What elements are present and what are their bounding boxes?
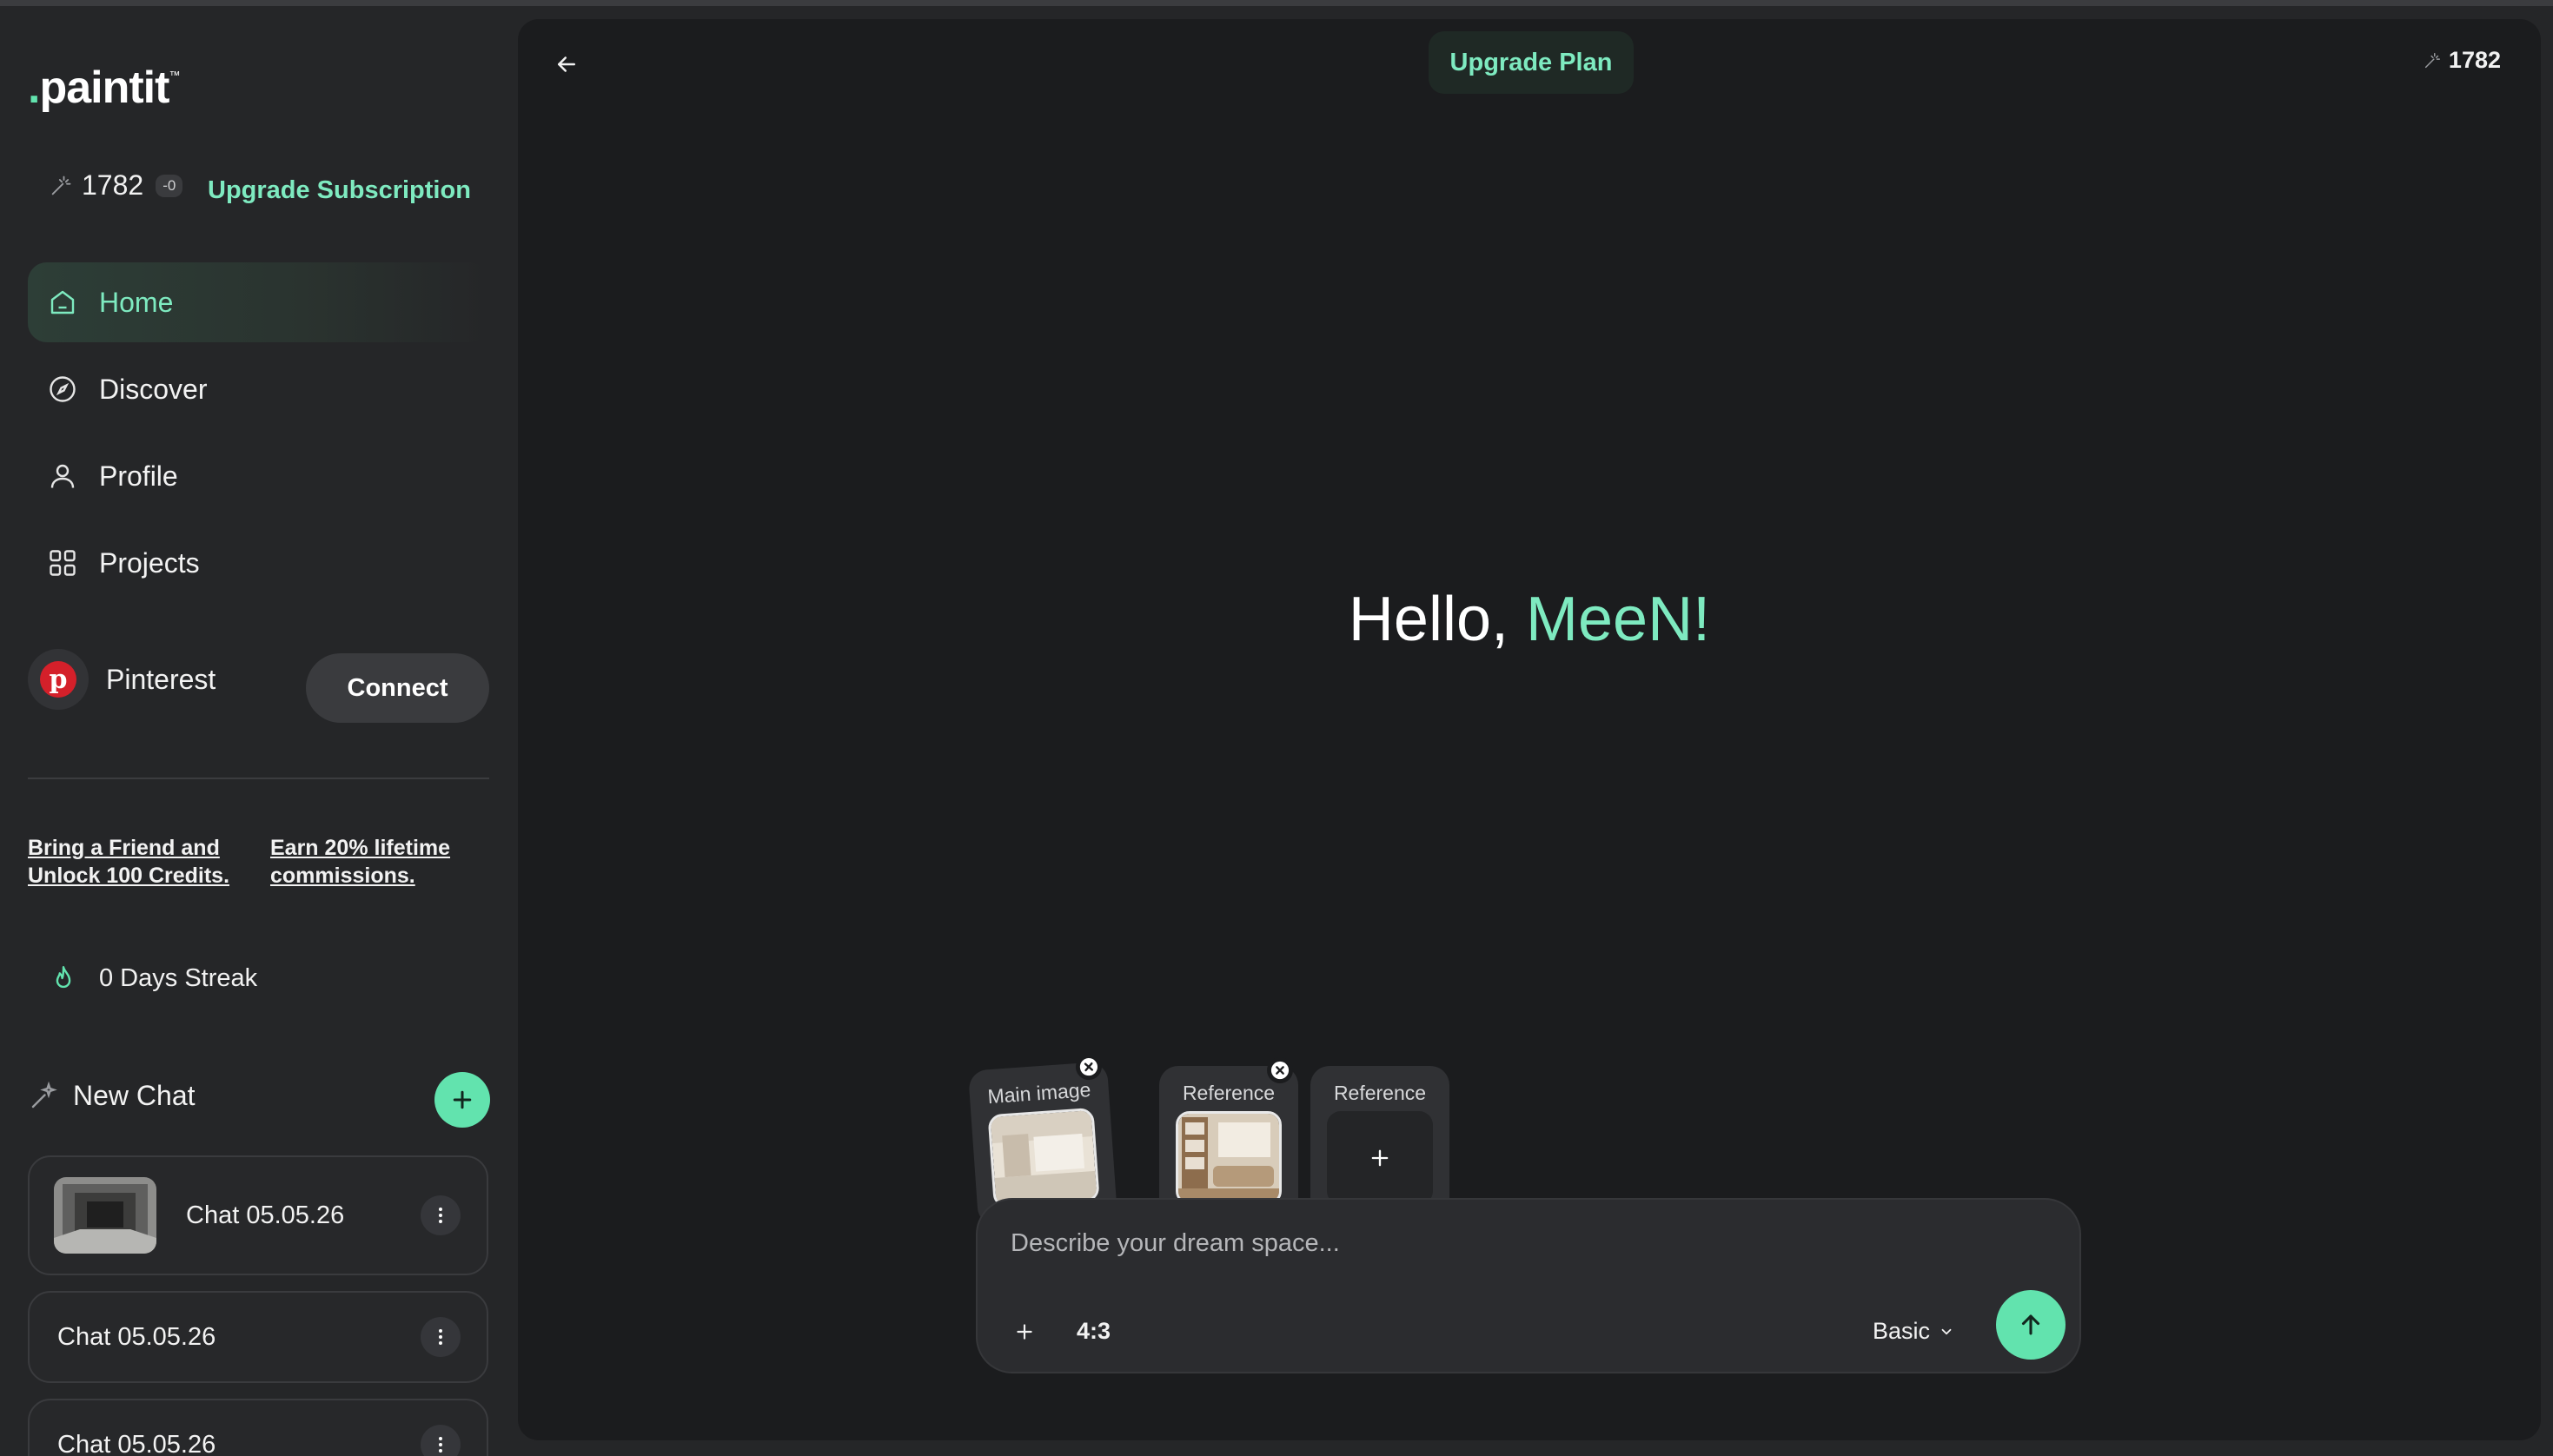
prompt-composer: 4:3 Basic (976, 1198, 2081, 1373)
prompt-input[interactable] (1011, 1224, 1966, 1262)
new-chat-header: New Chat (28, 1080, 196, 1112)
sidebar-item-discover[interactable]: Discover (28, 349, 488, 429)
plus-icon (1017, 1324, 1032, 1340)
remove-attachment-button[interactable] (1267, 1057, 1293, 1083)
attachment-caption: Reference (1182, 1082, 1276, 1104)
chat-title: Chat 05.05.26 (57, 1322, 216, 1351)
sidebar-item-label: Projects (99, 546, 200, 579)
close-icon (1270, 1061, 1290, 1080)
arrow-left-icon (558, 56, 575, 72)
sidebar-item-profile[interactable]: Profile (28, 436, 488, 516)
upgrade-subscription-link[interactable]: Upgrade Subscription (208, 176, 471, 205)
living-room-photo (1178, 1114, 1279, 1202)
quality-dropdown[interactable]: Basic (1873, 1318, 1954, 1345)
pinterest-icon: p (40, 661, 76, 698)
window-top-border (0, 0, 2553, 6)
user-icon (50, 464, 75, 488)
room-thumbnail-image (54, 1177, 156, 1254)
main-image-thumbnail (987, 1107, 1100, 1209)
reference-thumbnail (1176, 1111, 1282, 1205)
sidebar-item-label: Discover (99, 373, 208, 405)
credits-value: 1782 (82, 169, 144, 201)
chat-item[interactable]: Chat 05.05.26 (28, 1155, 488, 1275)
add-attachment-button[interactable] (1007, 1314, 1042, 1349)
chat-thumbnail (54, 1177, 156, 1254)
pinterest-logo: p (28, 649, 89, 710)
credits-counter: 1782 -0 (49, 169, 183, 202)
add-reference-button[interactable] (1327, 1111, 1433, 1205)
home-icon (50, 290, 75, 314)
streak-label: 0 Days Streak (99, 963, 258, 992)
chat-options-button[interactable] (421, 1317, 461, 1357)
sidebar: .paintit™ 1782 -0 Upgrade Subscription H… (0, 6, 518, 1456)
sidebar-item-label: Home (99, 286, 174, 318)
credits-delta-badge: -0 (156, 174, 183, 197)
aspect-ratio-selector[interactable]: 4:3 (1077, 1318, 1111, 1345)
magic-wand-icon (51, 175, 71, 195)
streak-indicator: 0 Days Streak (49, 963, 257, 993)
more-vertical-icon (439, 1437, 442, 1453)
sidebar-item-label: Profile (99, 460, 178, 492)
main-panel: Upgrade Plan 1782 Hello, MeeN! Main imag… (518, 19, 2541, 1440)
chat-item[interactable]: Chat 05.05.26 (28, 1399, 488, 1456)
chat-title: Chat 05.05.26 (186, 1201, 345, 1229)
arrow-up-icon (2021, 1314, 2040, 1335)
user-name: MeeN! (1526, 585, 1711, 654)
plus-icon (453, 1090, 472, 1109)
pinterest-label: Pinterest (106, 663, 216, 695)
flame-icon (56, 966, 71, 989)
sparkle-icon (31, 1081, 57, 1108)
header-credits: 1782 (2423, 47, 2501, 74)
chat-options-button[interactable] (421, 1195, 461, 1235)
send-button[interactable] (1996, 1290, 2066, 1360)
pinterest-connect-button[interactable]: Connect (306, 653, 489, 723)
room-photo (990, 1110, 1097, 1206)
attachment-caption: Reference (1333, 1082, 1427, 1104)
chat-options-button[interactable] (421, 1425, 461, 1456)
app-logo[interactable]: .paintit™ (28, 62, 180, 114)
chevron-down-icon (1941, 1328, 1952, 1334)
grid-icon (50, 550, 76, 576)
bring-a-friend-link[interactable]: Bring a Friend and Unlock 100 Credits. (28, 834, 229, 890)
more-vertical-icon (439, 1329, 442, 1345)
magic-wand-icon (2424, 52, 2440, 68)
pinterest-integration: p Pinterest (28, 649, 216, 710)
chat-title: Chat 05.05.26 (57, 1430, 216, 1456)
new-chat-button[interactable] (434, 1072, 490, 1128)
more-vertical-icon (439, 1208, 442, 1223)
quality-label: Basic (1873, 1318, 1931, 1344)
header-credits-value: 1782 (2448, 47, 2501, 73)
sidebar-divider (28, 778, 489, 779)
earn-commissions-link[interactable]: Earn 20% lifetime commissions. (270, 834, 450, 890)
attachment-caption: Main image (986, 1078, 1092, 1109)
close-icon (1079, 1058, 1098, 1076)
greeting-heading: Hello, MeeN! (1348, 585, 1711, 654)
new-chat-label: New Chat (73, 1080, 196, 1111)
sidebar-item-projects[interactable]: Projects (28, 523, 488, 603)
plus-icon (1371, 1149, 1389, 1167)
sidebar-item-home[interactable]: Home (28, 262, 488, 342)
back-button[interactable] (547, 45, 586, 83)
chat-item[interactable]: Chat 05.05.26 (28, 1291, 488, 1383)
compass-icon (50, 376, 76, 402)
upgrade-plan-button[interactable]: Upgrade Plan (1429, 31, 1634, 94)
